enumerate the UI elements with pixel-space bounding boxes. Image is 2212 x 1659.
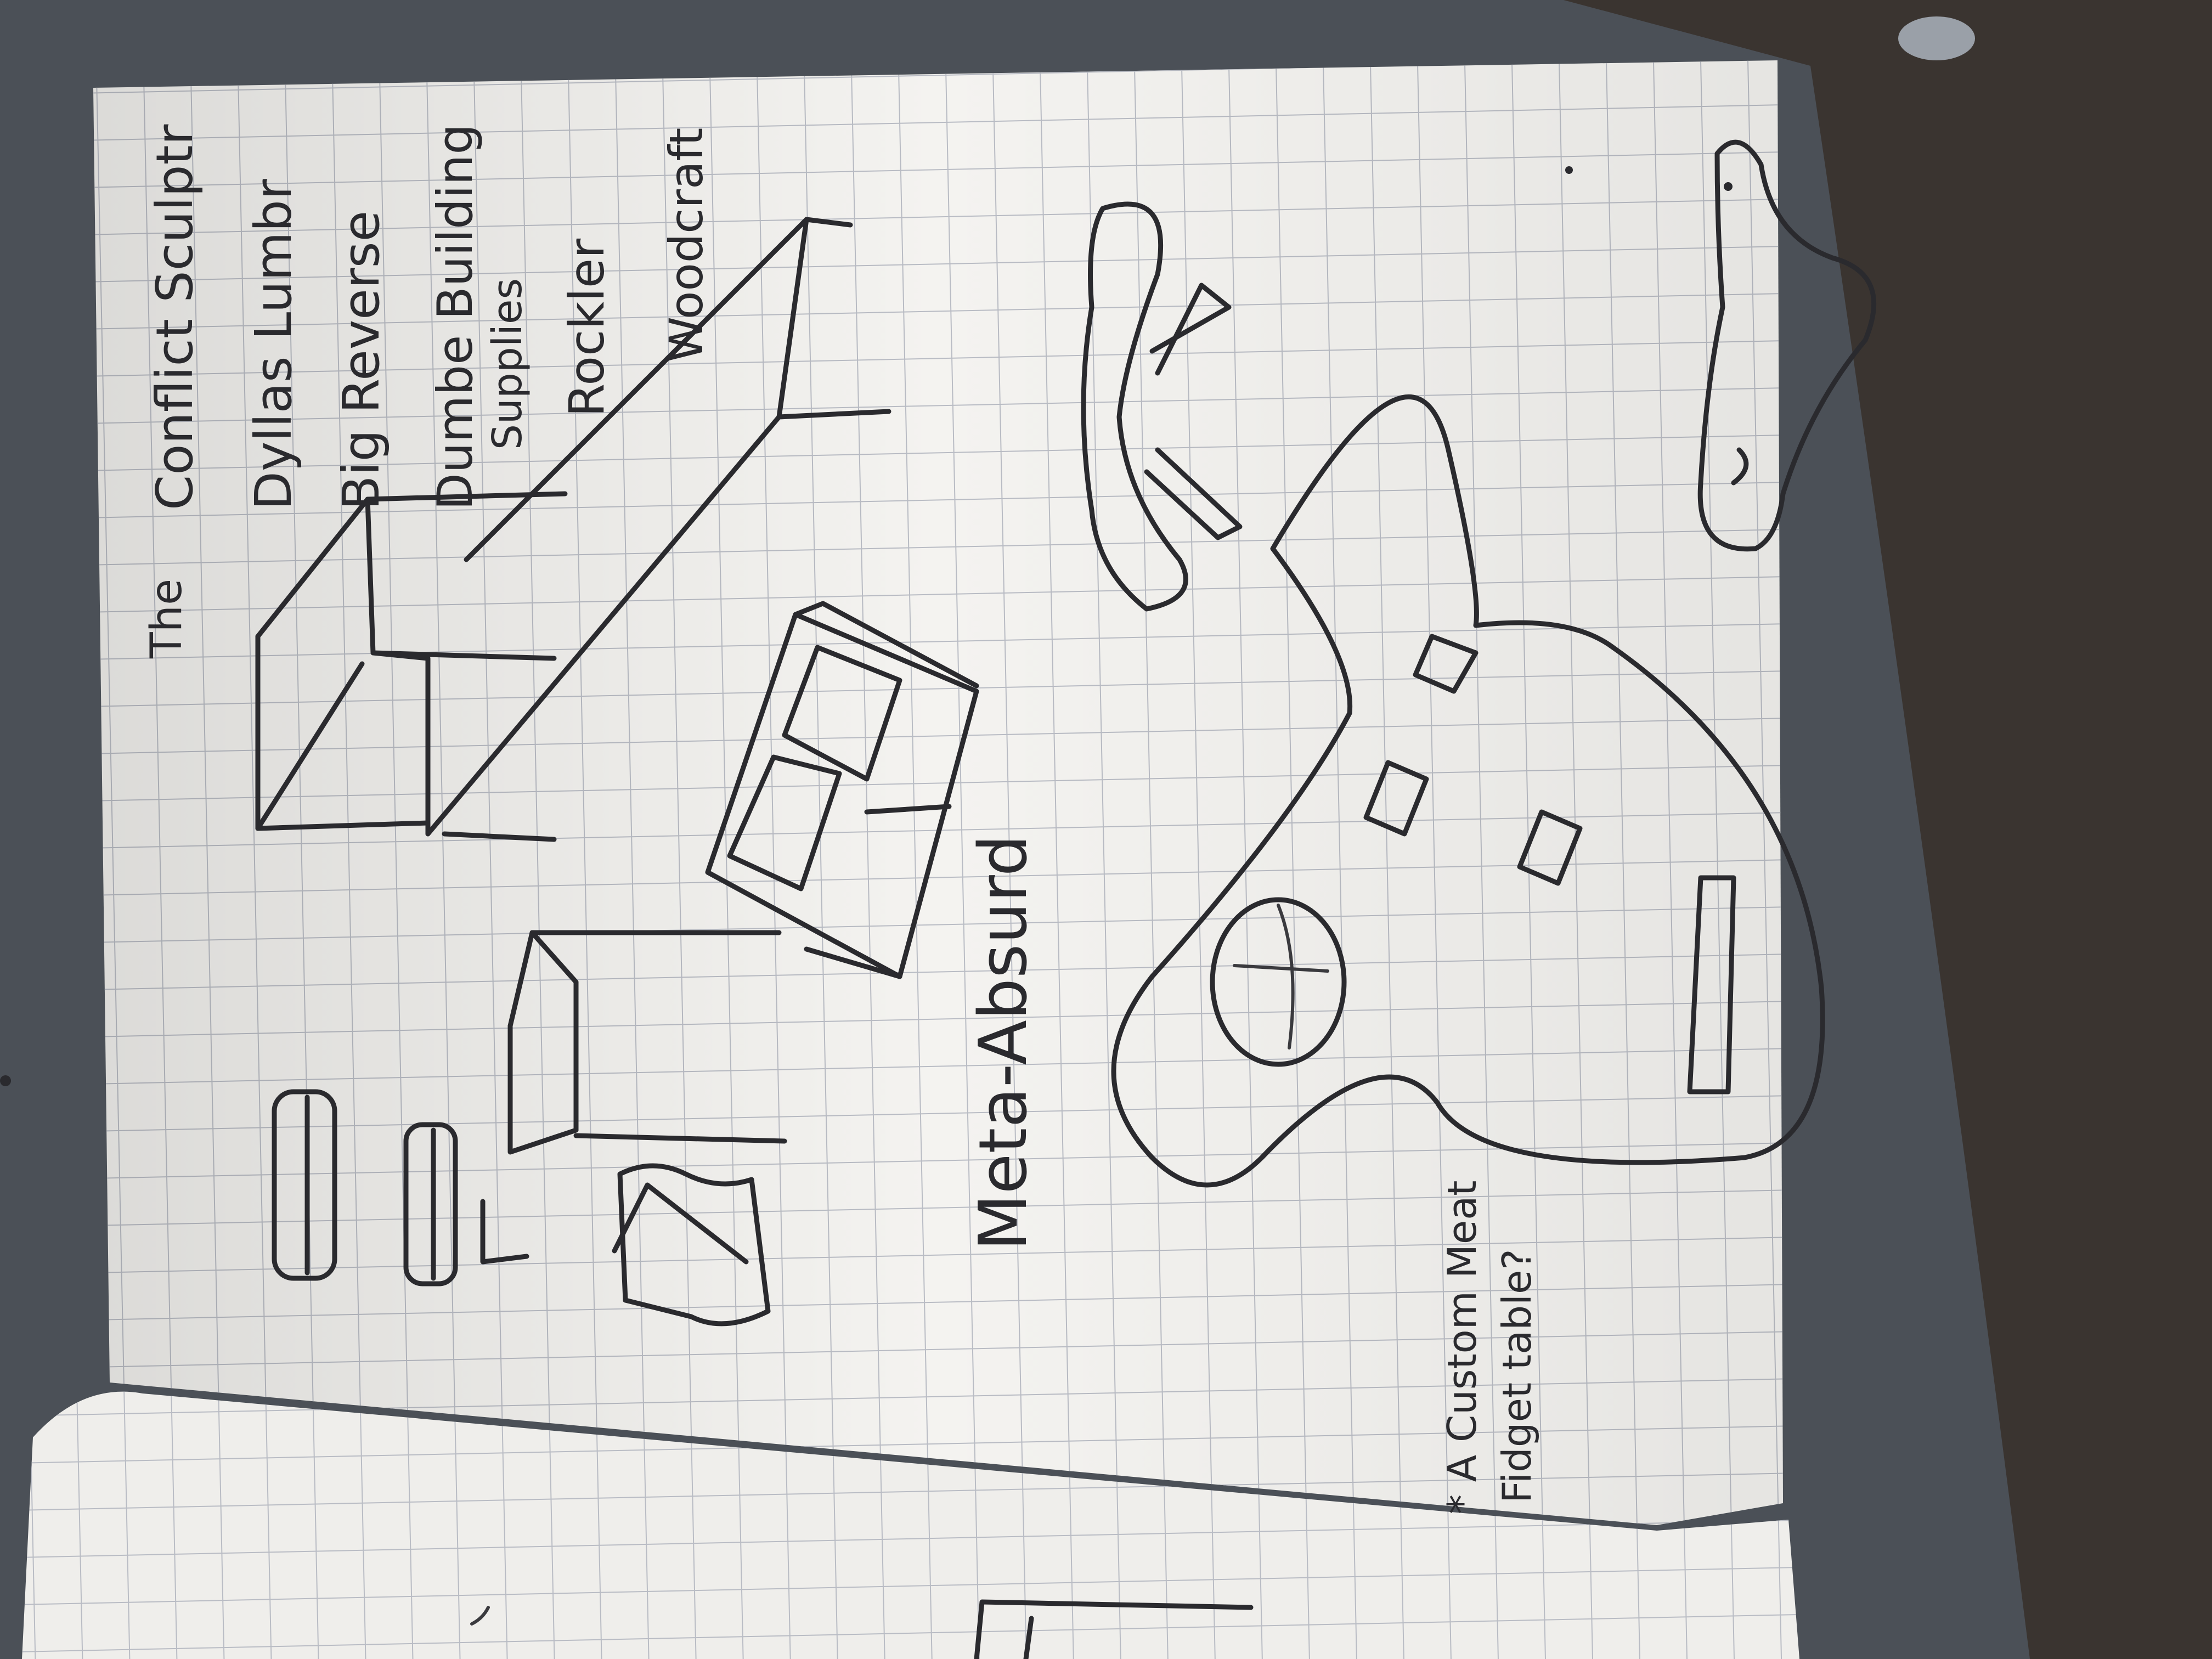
ink-dot xyxy=(0,1075,11,1086)
idea-dyllas-lumbr: Dyllas Lumbr xyxy=(244,179,303,510)
ink-dot xyxy=(1565,166,1573,174)
title-word: The xyxy=(142,579,191,659)
idea-dumbe-building: Dumbe Building xyxy=(427,124,483,510)
idea-conflict-sculptr: Conflict Sculptr xyxy=(145,124,204,510)
note-line-1: * A Custom Meat xyxy=(1439,1180,1485,1514)
idea-big-reverse: Big Reverse xyxy=(332,211,391,510)
note-line-2: Fidget table? xyxy=(1494,1249,1540,1503)
idea-woodcraft: Woodcraft xyxy=(659,128,713,362)
idea-rockler: Rockler xyxy=(558,238,615,417)
metal-ring xyxy=(1898,16,1975,60)
meta-absurd-label: Meta-Absurd xyxy=(966,834,1042,1251)
notebook-photo: The Conflict Sculptr Dyllas Lumbr Big Re… xyxy=(0,0,2212,1659)
idea-supplies: Supplies xyxy=(484,278,531,450)
photo-scene: The Conflict Sculptr Dyllas Lumbr Big Re… xyxy=(0,0,2212,1659)
